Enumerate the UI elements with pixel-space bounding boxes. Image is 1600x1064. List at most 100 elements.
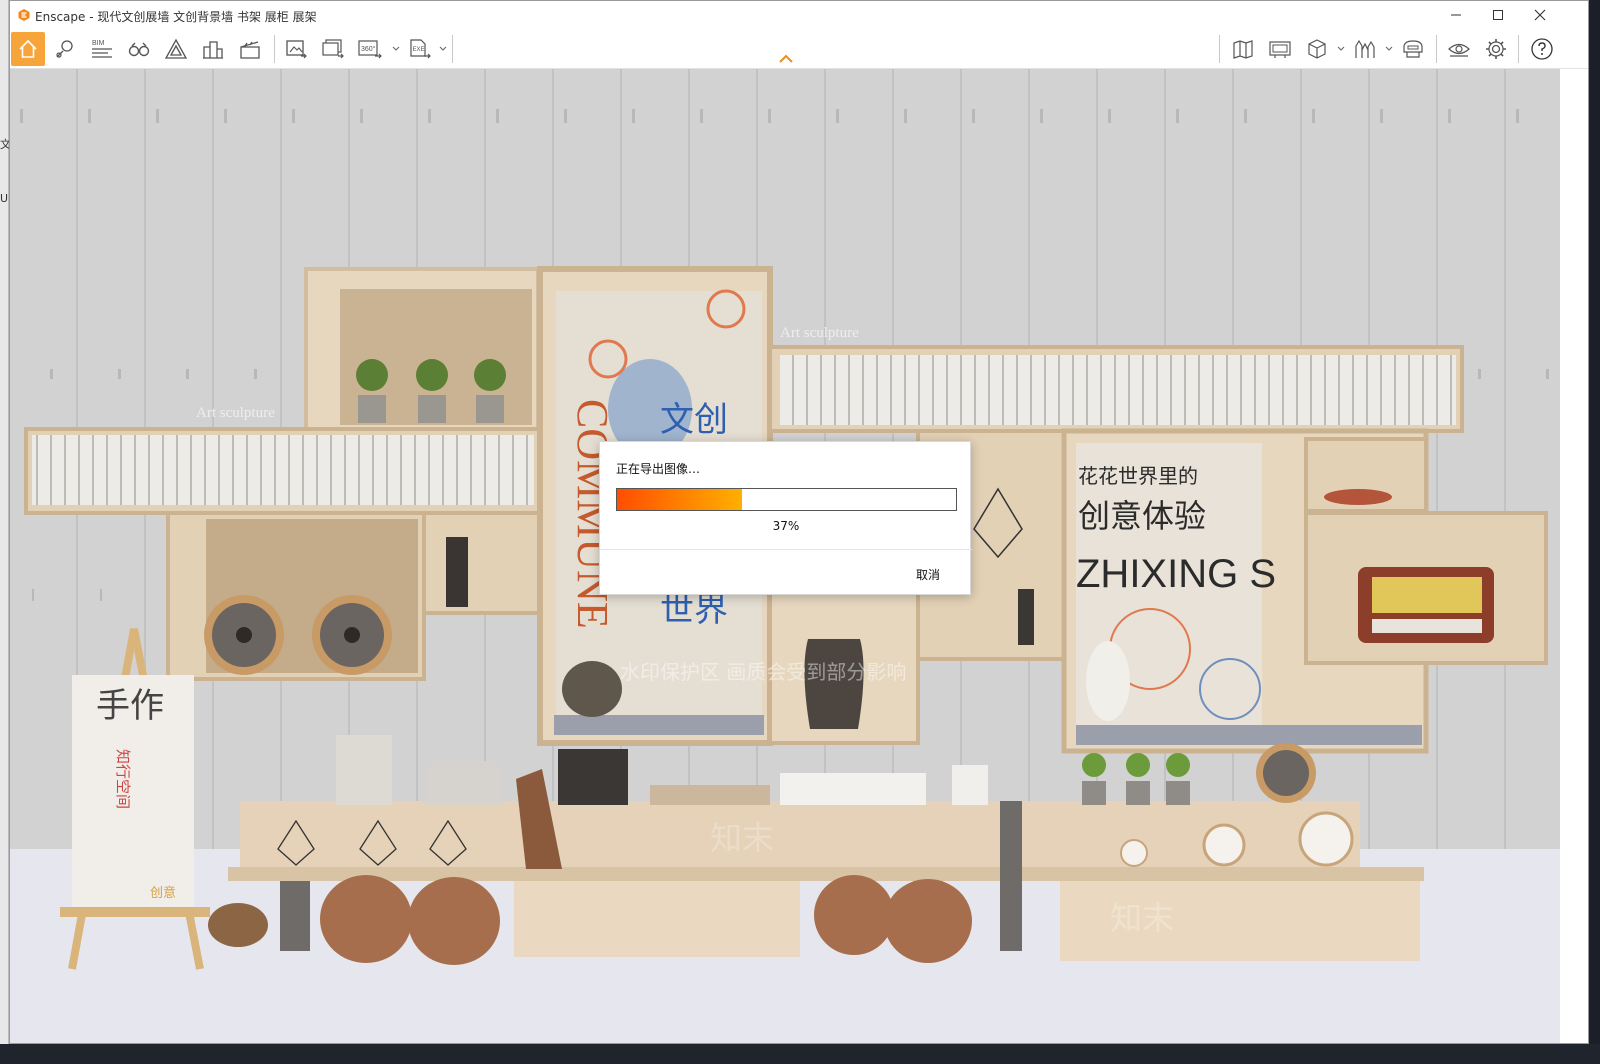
cube-icon [1308, 39, 1326, 59]
bottle [1018, 589, 1034, 645]
binoculars-button[interactable] [122, 32, 156, 66]
background-window-text: U [0, 192, 9, 205]
settings-button[interactable] [1479, 32, 1513, 66]
triangle-icon [164, 38, 188, 59]
watermark-small: 知末 [710, 819, 774, 857]
cutlery-holder [558, 749, 628, 805]
retro-radio [1358, 567, 1494, 643]
bim-label: BIM [92, 40, 105, 47]
exe-export-button[interactable]: EXE [402, 32, 436, 66]
billboard-button[interactable] [1263, 32, 1297, 66]
minimize-button[interactable] [1434, 1, 1478, 29]
exe-label: EXE [413, 47, 425, 53]
minimize-icon [1451, 14, 1461, 16]
screenshot-button[interactable] [279, 32, 313, 66]
woven-basket [408, 877, 500, 965]
toolbar-separator [1518, 35, 1519, 63]
counter-ledge [228, 867, 1424, 881]
easel-foot-text: 创意 [150, 885, 176, 901]
home-icon [19, 39, 37, 58]
export-progress-dialog: 正在导出图像… 37% 取消 [599, 441, 972, 595]
desk-fan [204, 595, 284, 675]
toolbar-separator [1219, 35, 1220, 63]
visual-settings-button[interactable] [1442, 32, 1476, 66]
chevron-down-icon[interactable] [1337, 45, 1345, 53]
eye-icon [1448, 43, 1470, 57]
batch-render-icon [322, 39, 344, 59]
view-management-button[interactable] [48, 32, 82, 66]
toolbar-separator [1436, 35, 1437, 63]
cushion [1086, 641, 1130, 721]
close-icon [1534, 9, 1546, 21]
book-row [32, 435, 534, 505]
help-button[interactable] [1525, 32, 1559, 66]
exe-export-icon: EXE [410, 39, 431, 59]
material-editor-button[interactable] [196, 32, 230, 66]
enscape-logo-icon [18, 9, 30, 21]
watermark-text: 水印保护区 画质会受到部分影响 [620, 660, 906, 684]
poster-line-3: ZHIXING S [1076, 552, 1276, 596]
bench-cushion [1076, 725, 1422, 745]
map-button[interactable] [1226, 32, 1260, 66]
bim-list-icon: BIM [92, 40, 112, 58]
chevron-down-icon[interactable] [392, 45, 400, 53]
chevron-down-icon[interactable] [1385, 45, 1393, 53]
poster-line-2: 创意体验 [1078, 497, 1206, 535]
background-window-edge: 文 U [0, 0, 11, 1064]
watermark-small: 知末 [1110, 899, 1174, 937]
title-bar[interactable]: Enscape - 现代文创展墙 文创背景墙 书架 展柜 展架 [10, 1, 1588, 29]
ceramic-cups [780, 773, 926, 805]
panorama-button[interactable]: 360° [353, 32, 387, 66]
desk-fan [312, 595, 392, 675]
cushion [562, 661, 622, 717]
dialog-title: 正在导出图像… [616, 462, 701, 476]
viewport-right-edge [1560, 69, 1588, 1043]
wall-clock [1120, 839, 1148, 867]
easel-subtitle: 知行空间 [114, 749, 132, 809]
display-counter [240, 801, 1360, 869]
chevron-down-icon[interactable] [439, 45, 447, 53]
glass-jars [336, 735, 392, 805]
progress-bar [616, 488, 957, 511]
vr-headset-button[interactable] [1396, 32, 1430, 66]
wall-sign: Art sculpture [196, 405, 275, 421]
woven-basket [320, 875, 412, 963]
poster-cn-title: 文创 [660, 400, 728, 440]
close-button[interactable] [1518, 1, 1562, 29]
main-toolbar: BIM 360° EXE [10, 29, 1588, 69]
map-pin-icon [56, 40, 73, 58]
enscape-window: Enscape - 现代文创展墙 文创背景墙 书架 展柜 展架 BIM 360°… [9, 0, 1589, 1044]
plant-basket [208, 903, 268, 947]
collapse-toolbar-chevron-icon[interactable] [778, 54, 794, 64]
spice-jars [650, 785, 770, 805]
clapper-icon [240, 41, 260, 59]
bottle [446, 537, 468, 607]
home-button[interactable] [11, 32, 45, 66]
taskbar-edge [0, 1044, 1600, 1064]
cube-button[interactable] [1300, 32, 1334, 66]
woven-basket [814, 875, 894, 955]
binoculars-icon [128, 42, 150, 57]
book-row [780, 355, 1456, 425]
glass-jars [426, 761, 502, 805]
bim-button[interactable]: BIM [85, 32, 119, 66]
cancel-button[interactable]: 取消 [900, 562, 956, 586]
billboard-icon [1269, 41, 1291, 58]
progress-percent: 37% [772, 519, 800, 533]
screenshot-icon [286, 40, 307, 59]
video-editor-button[interactable] [233, 32, 267, 66]
asset-library-button[interactable] [159, 32, 193, 66]
pen-holder [952, 765, 988, 805]
counter-base [514, 881, 800, 957]
shelf-box [422, 511, 544, 615]
maximize-button[interactable] [1476, 1, 1520, 29]
poster-cn-subtitle: 世界 [660, 590, 728, 630]
batch-render-button[interactable] [316, 32, 350, 66]
maximize-icon [1493, 10, 1503, 20]
dialog-divider [600, 549, 972, 550]
map-icon [1233, 40, 1253, 59]
forest-button[interactable] [1348, 32, 1382, 66]
poster-line-1: 花花世界里的 [1078, 464, 1198, 488]
help-icon [1531, 38, 1553, 60]
toolbar-separator [274, 35, 275, 63]
